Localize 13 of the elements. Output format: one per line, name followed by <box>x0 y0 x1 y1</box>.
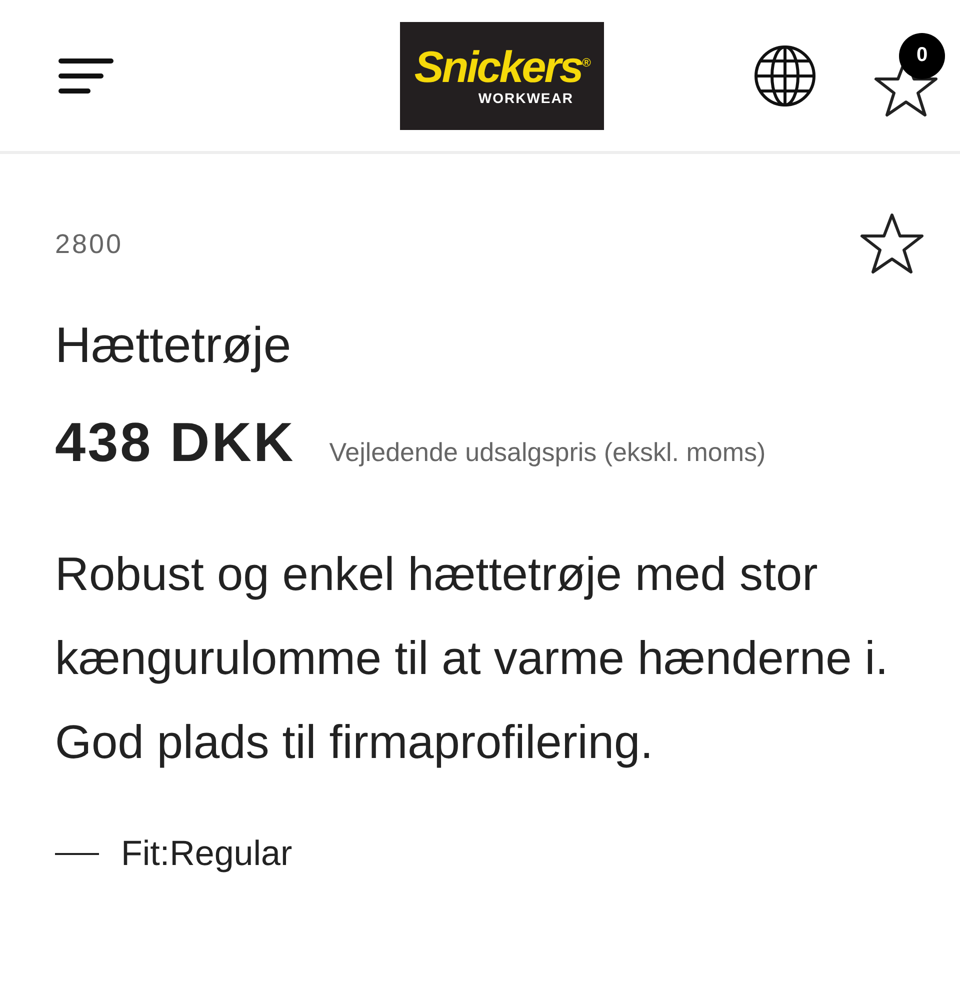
product-number: 2800 <box>55 228 124 260</box>
price: 438 DKK <box>55 410 296 474</box>
language-button[interactable] <box>753 44 817 108</box>
globe-icon <box>753 44 817 108</box>
favorites-button[interactable]: 0 <box>873 32 945 118</box>
logo[interactable]: Snickers$^{®}$ WORKWEAR <box>400 22 604 130</box>
favorite-star-button[interactable] <box>859 212 925 276</box>
product-title: Hættetrøje <box>55 316 292 374</box>
feature-text: Fit:Regular <box>121 834 292 874</box>
menu-icon <box>58 56 114 94</box>
count-badge: 0 <box>899 32 945 78</box>
price-note: Vejledende udsalgspris (ekskl. moms) <box>329 437 766 468</box>
product-description: Robust og enkel hættetrøje med stor kængurulomme til at varme hænderne i. God plads til firmaprofilering. <box>55 546 890 770</box>
